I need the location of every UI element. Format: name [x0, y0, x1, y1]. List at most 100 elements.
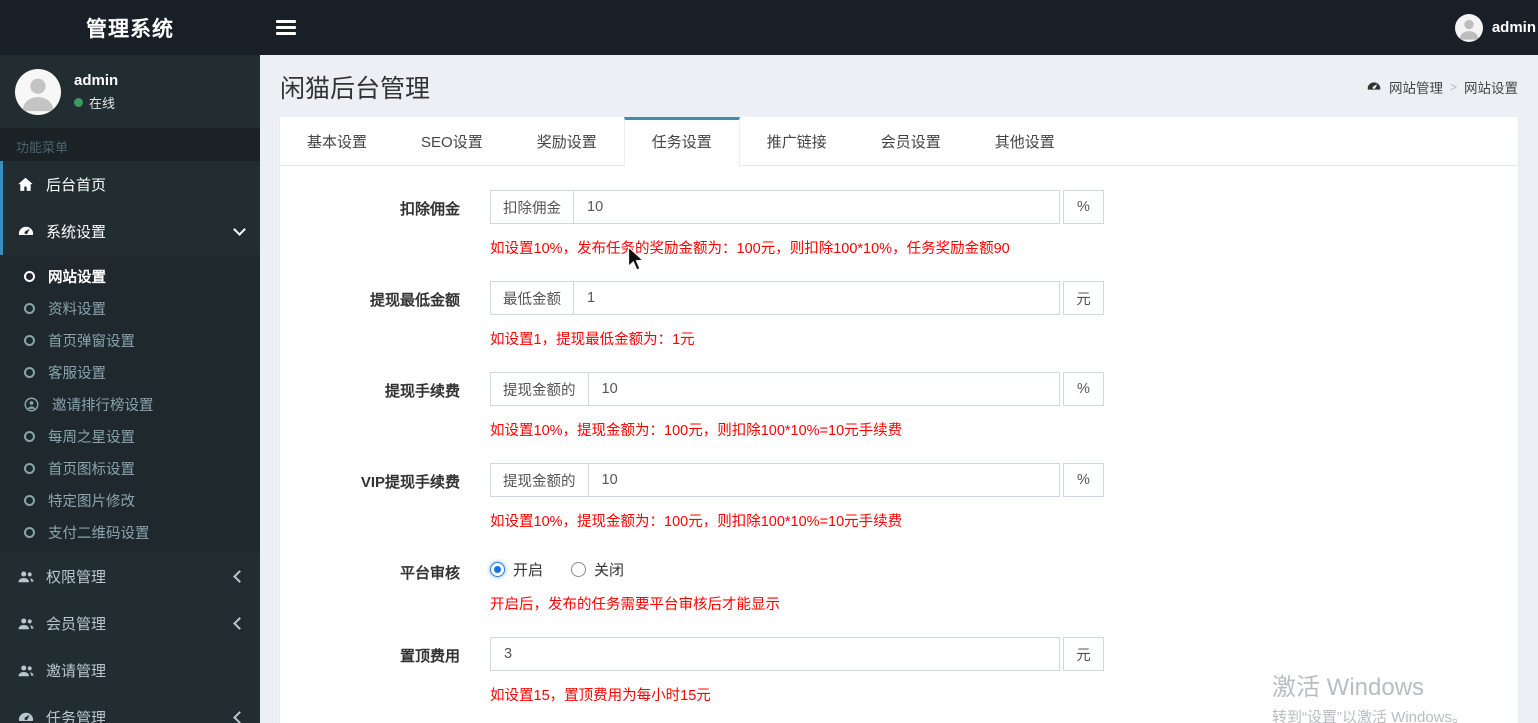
- submenu-item-home-popup-settings[interactable]: 首页弹窗设置: [0, 324, 260, 356]
- withdraw-fee-input[interactable]: [587, 372, 1060, 406]
- form-row-vip-withdraw-fee: VIP提现手续费 提现金额的 % 如设置10%，提现金额为：100元，则扣除10…: [290, 463, 1488, 531]
- tab-seo-settings[interactable]: SEO设置: [394, 117, 510, 165]
- input-suffix-addon: 元: [1063, 281, 1104, 315]
- submenu-item-invite-ranking-settings[interactable]: 邀请排行榜设置: [0, 388, 260, 420]
- settings-panel: 基本设置 SEO设置 奖励设置 任务设置 推广链接 会员设置 其他设置 扣除佣金…: [280, 117, 1518, 723]
- min-withdraw-input[interactable]: [573, 281, 1060, 315]
- circle-icon: [24, 462, 35, 474]
- tab-member-settings[interactable]: 会员设置: [854, 117, 968, 165]
- circle-icon: [24, 302, 35, 314]
- field-hint: 开启后，发布的任务需要平台审核后才能显示: [490, 597, 780, 613]
- sidebar: admin 在线 功能菜单 后台首页 系统设置 网站设置 资料设置 首页弹窗设置…: [0, 55, 260, 723]
- sidebar-item-invite-management[interactable]: 邀请管理: [0, 647, 260, 694]
- settings-tabs: 基本设置 SEO设置 奖励设置 任务设置 推广链接 会员设置 其他设置: [280, 117, 1518, 166]
- circle-icon: [24, 526, 35, 538]
- topbar-username: admin: [1491, 19, 1536, 36]
- platform-review-radio-group: 开启 关闭: [490, 554, 780, 580]
- user-status: 在线: [74, 93, 118, 112]
- tab-promo-link[interactable]: 推广链接: [740, 117, 854, 165]
- sidebar-item-task-management[interactable]: 任务管理: [0, 694, 260, 723]
- page-title: 闲猫后台管理: [280, 75, 431, 103]
- input-prefix-addon: 提现金额的: [490, 372, 588, 406]
- app-logo[interactable]: 管理系统: [0, 13, 260, 43]
- gauge-icon: [16, 709, 35, 723]
- form-row-commission: 扣除佣金 扣除佣金 % 如设置10%，发布任务的奖励金额为：100元，则扣除10…: [290, 190, 1488, 258]
- sidebar-user-panel: admin 在线: [0, 55, 260, 128]
- content-header: 闲猫后台管理 网站管理 > 网站设置: [260, 55, 1538, 117]
- tab-task-settings[interactable]: 任务设置: [623, 117, 740, 166]
- submenu-item-weekly-star-settings[interactable]: 每周之星设置: [0, 420, 260, 452]
- gauge-icon: [1366, 79, 1382, 95]
- breadcrumb-root[interactable]: 网站管理: [1389, 77, 1443, 97]
- topbar: 管理系统 admin: [0, 0, 1538, 55]
- field-hint: 如设置10%，发布任务的奖励金额为：100元，则扣除100*10%，任务奖励金额…: [490, 241, 1010, 257]
- tab-basic-settings[interactable]: 基本设置: [280, 117, 394, 165]
- sidebar-item-system-settings[interactable]: 系统设置: [0, 208, 260, 255]
- home-icon: [16, 176, 35, 193]
- circle-icon: [24, 430, 35, 442]
- input-prefix-addon: 扣除佣金: [490, 190, 573, 224]
- form-row-pin-fee: 置顶费用 元 如设置15，置顶费用为每小时15元: [290, 637, 1488, 705]
- submenu-item-profile-settings[interactable]: 资料设置: [0, 292, 260, 324]
- user-avatar: [1454, 13, 1483, 42]
- submenu-item-payment-qrcode-settings[interactable]: 支付二维码设置: [0, 516, 260, 548]
- field-label: 提现手续费: [384, 383, 460, 400]
- circle-icon: [24, 366, 35, 378]
- submenu-item-customer-service-settings[interactable]: 客服设置: [0, 356, 260, 388]
- form-row-platform-review: 平台审核 开启 关闭 开启后，发布的任务需要平台审核后才能显示: [290, 554, 1488, 614]
- sidebar-item-dashboard[interactable]: 后台首页: [0, 161, 260, 208]
- radio-option-off[interactable]: 关闭: [571, 559, 624, 580]
- submenu-item-specific-image-edit[interactable]: 特定图片修改: [0, 484, 260, 516]
- input-prefix-addon: 最低金额: [490, 281, 573, 315]
- input-suffix-addon: %: [1063, 372, 1104, 406]
- sidebar-toggle-icon[interactable]: [276, 17, 296, 38]
- field-label: 扣除佣金: [399, 201, 460, 218]
- commission-input[interactable]: [573, 190, 1060, 224]
- breadcrumb-separator: >: [1449, 80, 1457, 94]
- field-hint: 如设置1，提现最低金额为：1元: [490, 332, 695, 348]
- main-content: 闲猫后台管理 网站管理 > 网站设置 基本设置 SEO设置 奖励设置 任务设置 …: [260, 55, 1538, 723]
- radio-unchecked-icon: [571, 562, 587, 577]
- input-suffix-addon: 元: [1063, 637, 1104, 671]
- chevron-left-icon: [233, 711, 246, 723]
- circle-icon: [24, 494, 35, 506]
- circle-icon: [24, 334, 35, 346]
- tab-other-settings[interactable]: 其他设置: [968, 117, 1082, 165]
- task-settings-form: 扣除佣金 扣除佣金 % 如设置10%，发布任务的奖励金额为：100元，则扣除10…: [280, 166, 1518, 723]
- sidebar-item-member-management[interactable]: 会员管理: [0, 600, 260, 647]
- sidebar-section-header: 功能菜单: [0, 128, 260, 161]
- breadcrumb: 网站管理 > 网站设置: [1366, 77, 1518, 97]
- field-label: 提现最低金额: [369, 292, 460, 309]
- field-label: VIP提现手续费: [360, 474, 460, 491]
- system-settings-submenu: 网站设置 资料设置 首页弹窗设置 客服设置 邀请排行榜设置 每周之星设置 首页图…: [0, 255, 260, 553]
- admin-screen: 管理系统 admin admin 在线 功能菜单 后台首页 系统设置 网站设置 …: [0, 0, 1538, 723]
- submenu-item-home-icon-settings[interactable]: 首页图标设置: [0, 452, 260, 484]
- field-hint: 如设置10%，提现金额为：100元，则扣除100*10%=10元手续费: [490, 423, 903, 439]
- field-label: 置顶费用: [399, 648, 460, 665]
- sidebar-item-permission-management[interactable]: 权限管理: [0, 553, 260, 600]
- radio-option-on[interactable]: 开启: [490, 559, 543, 580]
- chevron-left-icon: [233, 570, 246, 583]
- field-hint: 如设置15，置顶费用为每小时15元: [490, 688, 711, 704]
- submenu-item-website-settings[interactable]: 网站设置: [0, 260, 260, 292]
- field-label: 平台审核: [399, 565, 460, 582]
- vip-withdraw-fee-input[interactable]: [587, 463, 1060, 497]
- topbar-user-menu[interactable]: admin: [1454, 13, 1538, 42]
- sidebar-username: admin: [74, 71, 119, 89]
- form-row-withdraw-fee: 提现手续费 提现金额的 % 如设置10%，提现金额为：100元，则扣除100*1…: [290, 372, 1488, 440]
- gauge-icon: [16, 223, 35, 241]
- tab-reward-settings[interactable]: 奖励设置: [510, 117, 624, 165]
- sidebar-menu: 后台首页 系统设置 网站设置 资料设置 首页弹窗设置 客服设置 邀请排行榜设置 …: [0, 161, 260, 723]
- circle-icon: [24, 270, 35, 282]
- user-circle-icon: [24, 397, 39, 412]
- users-icon: [16, 662, 35, 680]
- input-prefix-addon: 提现金额的: [490, 463, 588, 497]
- pin-fee-input[interactable]: [490, 637, 1060, 671]
- users-icon: [16, 568, 35, 586]
- input-suffix-addon: %: [1063, 463, 1104, 497]
- input-suffix-addon: %: [1063, 190, 1104, 224]
- chevron-down-icon: [233, 223, 246, 236]
- form-row-min-withdraw: 提现最低金额 最低金额 元 如设置1，提现最低金额为：1元: [290, 281, 1488, 349]
- field-hint: 如设置10%，提现金额为：100元，则扣除100*10%=10元手续费: [490, 514, 903, 530]
- radio-checked-icon: [490, 562, 505, 577]
